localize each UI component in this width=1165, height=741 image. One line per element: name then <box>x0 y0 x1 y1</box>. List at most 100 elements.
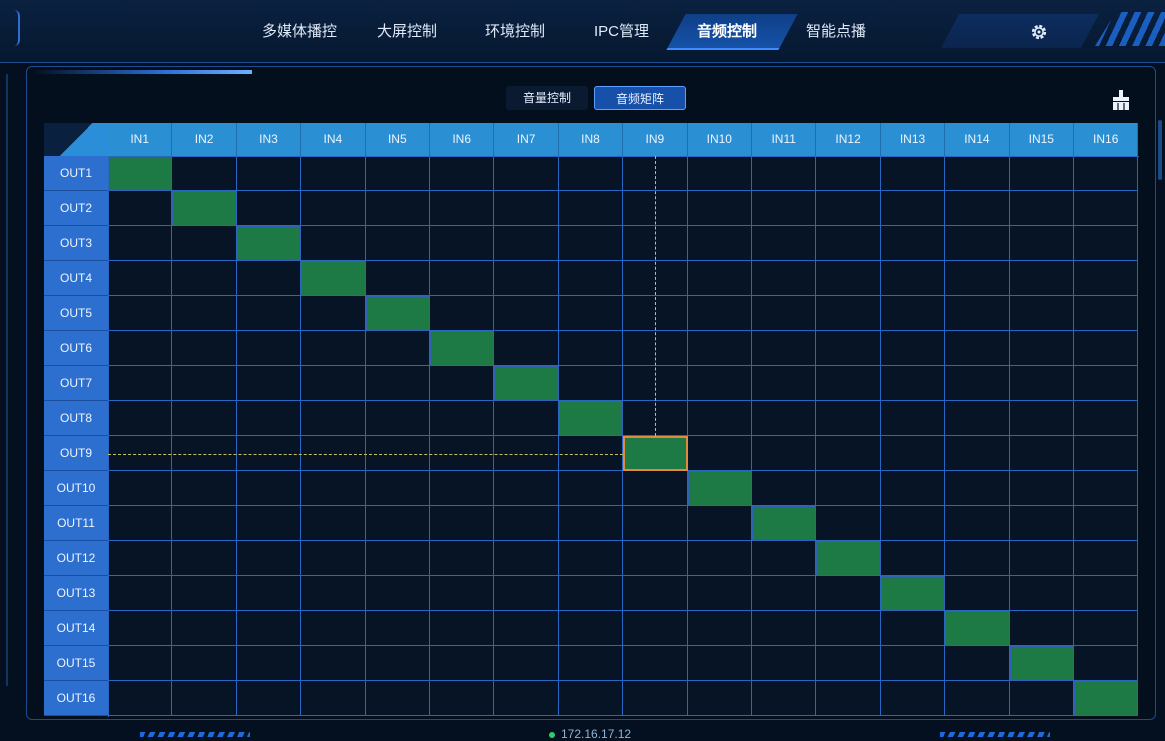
matrix-cell[interactable] <box>301 576 366 611</box>
matrix-cell[interactable] <box>623 576 688 611</box>
matrix-cell[interactable] <box>752 471 817 506</box>
matrix-cell[interactable] <box>1009 611 1074 646</box>
matrix-cell[interactable] <box>687 541 752 576</box>
matrix-cell[interactable] <box>816 296 881 331</box>
matrix-cell[interactable] <box>172 611 237 646</box>
matrix-cell[interactable] <box>365 506 430 541</box>
matrix-cell[interactable] <box>494 611 559 646</box>
matrix-cell[interactable] <box>430 366 495 401</box>
matrix-cell[interactable] <box>1009 471 1074 506</box>
matrix-cell[interactable] <box>687 191 752 226</box>
matrix-cell[interactable] <box>752 681 817 716</box>
matrix-cell[interactable] <box>430 226 495 261</box>
matrix-cell[interactable] <box>558 681 624 716</box>
matrix-cell[interactable] <box>108 366 173 401</box>
matrix-cell[interactable] <box>945 576 1010 611</box>
matrix-cell[interactable] <box>430 471 495 506</box>
matrix-cell[interactable] <box>945 226 1010 261</box>
matrix-cell[interactable] <box>301 646 366 681</box>
matrix-cell[interactable] <box>687 436 752 471</box>
matrix-cell[interactable] <box>623 436 688 471</box>
matrix-cell[interactable] <box>816 436 881 471</box>
matrix-cell[interactable] <box>558 646 624 681</box>
matrix-cell[interactable] <box>752 611 817 646</box>
matrix-cell[interactable] <box>558 576 624 611</box>
matrix-cell[interactable] <box>880 401 946 436</box>
matrix-cell[interactable] <box>108 541 173 576</box>
matrix-cell[interactable] <box>816 646 881 681</box>
matrix-cell[interactable] <box>816 366 881 401</box>
matrix-cell[interactable] <box>945 646 1010 681</box>
matrix-cell[interactable] <box>880 156 946 191</box>
matrix-cell[interactable] <box>752 436 817 471</box>
matrix-cell[interactable] <box>301 471 366 506</box>
matrix-cell[interactable] <box>880 471 946 506</box>
matrix-cell[interactable] <box>1074 436 1139 471</box>
matrix-cell[interactable] <box>1009 366 1074 401</box>
matrix-cell[interactable] <box>301 611 366 646</box>
matrix-cell[interactable] <box>172 576 237 611</box>
matrix-cell[interactable] <box>752 156 817 191</box>
matrix-cell[interactable] <box>365 576 430 611</box>
matrix-cell[interactable] <box>108 646 173 681</box>
matrix-cell[interactable] <box>108 471 173 506</box>
matrix-cell[interactable] <box>301 331 366 366</box>
matrix-cell[interactable] <box>172 261 237 296</box>
matrix-cell[interactable] <box>752 366 817 401</box>
matrix-cell[interactable] <box>1074 191 1139 226</box>
matrix-cell[interactable] <box>1074 681 1139 716</box>
matrix-cell[interactable] <box>301 226 366 261</box>
matrix-cell[interactable] <box>365 541 430 576</box>
matrix-cell[interactable] <box>236 681 302 716</box>
matrix-cell[interactable] <box>558 261 624 296</box>
matrix-cell[interactable] <box>108 261 173 296</box>
gear-icon[interactable] <box>1030 23 1048 41</box>
matrix-cell[interactable] <box>494 506 559 541</box>
matrix-cell[interactable] <box>558 191 624 226</box>
matrix-cell[interactable] <box>558 331 624 366</box>
matrix-cell[interactable] <box>1074 366 1139 401</box>
matrix-cell[interactable] <box>558 541 624 576</box>
matrix-cell[interactable] <box>108 401 173 436</box>
matrix-cell[interactable] <box>108 296 173 331</box>
matrix-cell[interactable] <box>172 506 237 541</box>
matrix-cell[interactable] <box>945 506 1010 541</box>
matrix-cell[interactable] <box>880 191 946 226</box>
matrix-cell[interactable] <box>301 401 366 436</box>
matrix-cell[interactable] <box>687 611 752 646</box>
matrix-cell[interactable] <box>558 471 624 506</box>
matrix-cell[interactable] <box>623 506 688 541</box>
matrix-cell[interactable] <box>172 331 237 366</box>
matrix-cell[interactable] <box>1009 401 1074 436</box>
matrix-cell[interactable] <box>172 191 237 226</box>
matrix-cell[interactable] <box>236 401 302 436</box>
matrix-cell[interactable] <box>365 611 430 646</box>
matrix-cell[interactable] <box>1074 506 1139 541</box>
matrix-cell[interactable] <box>687 681 752 716</box>
matrix-cell[interactable] <box>365 681 430 716</box>
nav-item-environment[interactable]: 环境控制 <box>485 20 545 41</box>
matrix-cell[interactable] <box>945 366 1010 401</box>
matrix-cell[interactable] <box>1009 576 1074 611</box>
matrix-cell[interactable] <box>1009 226 1074 261</box>
matrix-cell[interactable] <box>945 611 1010 646</box>
matrix-cell[interactable] <box>880 506 946 541</box>
matrix-cell[interactable] <box>430 296 495 331</box>
matrix-cell[interactable] <box>558 366 624 401</box>
matrix-cell[interactable] <box>945 296 1010 331</box>
matrix-cell[interactable] <box>236 331 302 366</box>
matrix-cell[interactable] <box>752 506 817 541</box>
matrix-cell[interactable] <box>558 156 624 191</box>
matrix-cell[interactable] <box>816 471 881 506</box>
matrix-cell[interactable] <box>816 261 881 296</box>
matrix-cell[interactable] <box>108 156 173 191</box>
matrix-cell[interactable] <box>752 401 817 436</box>
matrix-cell[interactable] <box>494 646 559 681</box>
matrix-cell[interactable] <box>1009 436 1074 471</box>
matrix-cell[interactable] <box>1009 296 1074 331</box>
matrix-cell[interactable] <box>365 331 430 366</box>
matrix-cell[interactable] <box>494 366 559 401</box>
matrix-cell[interactable] <box>172 226 237 261</box>
matrix-cell[interactable] <box>558 296 624 331</box>
matrix-cell[interactable] <box>1074 156 1139 191</box>
